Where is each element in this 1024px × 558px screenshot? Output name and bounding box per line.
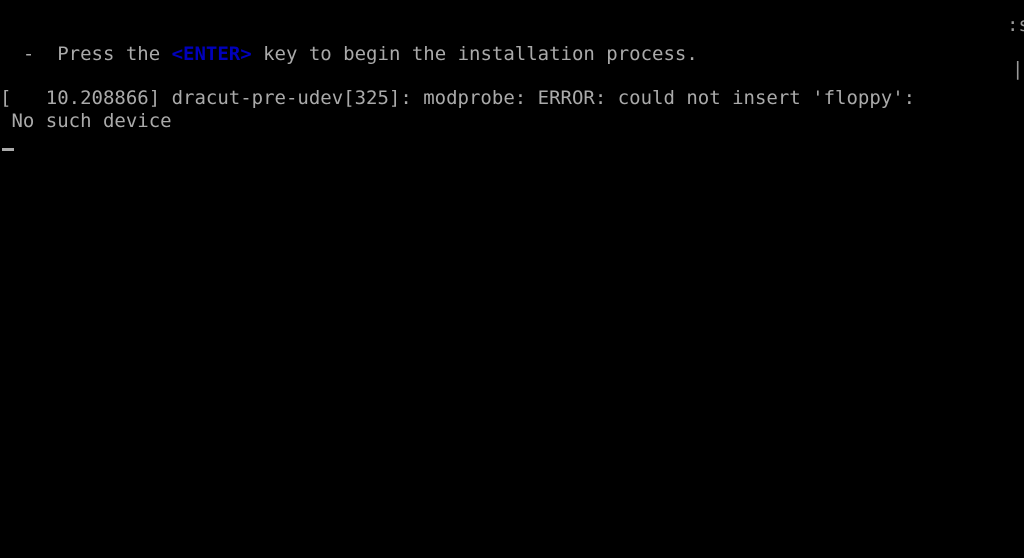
installer-prompt-line: - Press the <ENTER> key to begin the ins… (0, 43, 698, 65)
kernel-log-line-no-such-device: No such device (0, 110, 172, 132)
terminal-cursor (2, 148, 14, 151)
clipped-text-fragment-middle: |] (1012, 58, 1024, 80)
enter-key-token: <ENTER> (171, 43, 252, 65)
kernel-log-line-dracut-modprobe: [ 10.208866] dracut-pre-udev[325]: modpr… (0, 87, 916, 109)
clipped-text-fragment-top: :s (1007, 14, 1024, 36)
console-screen[interactable]: - Press the <ENTER> key to begin the ins… (0, 0, 1024, 558)
prompt-text-after-key: key to begin the installation process. (251, 43, 698, 65)
prompt-text-before-key: - Press the (0, 43, 172, 65)
